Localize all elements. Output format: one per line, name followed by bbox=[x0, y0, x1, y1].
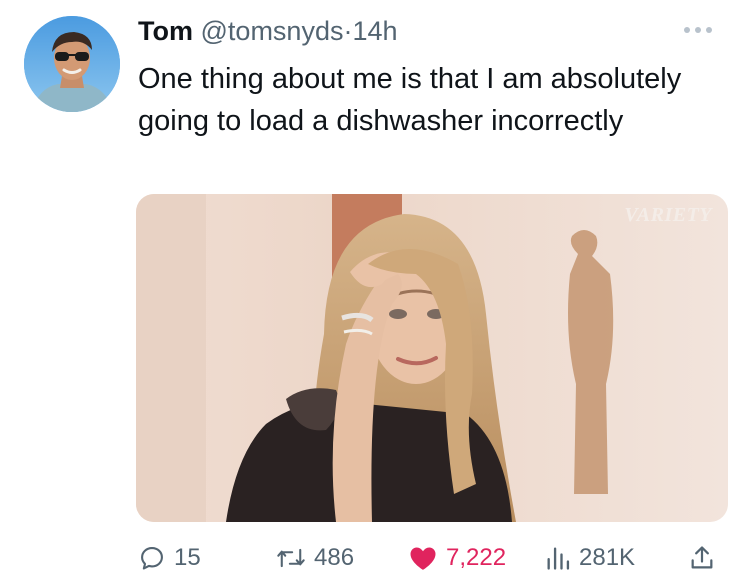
share-icon bbox=[691, 546, 713, 569]
tweet-media[interactable]: VARIETY bbox=[136, 194, 728, 522]
retweet-icon bbox=[277, 548, 305, 568]
reply-button[interactable]: 15 bbox=[138, 538, 201, 578]
author-handle[interactable]: @tomsnyds bbox=[201, 16, 344, 46]
reply-count: 15 bbox=[174, 544, 201, 571]
views-icon bbox=[547, 547, 570, 570]
views-count: 281K bbox=[579, 544, 636, 571]
media-watermark: VARIETY bbox=[624, 204, 712, 226]
like-icon bbox=[410, 547, 436, 570]
like-count: 7,222 bbox=[446, 544, 507, 571]
tweet-header: Tom @tomsnyds·14h bbox=[138, 14, 398, 48]
avatar-image bbox=[24, 16, 120, 112]
more-icon[interactable] bbox=[684, 18, 724, 42]
media-image bbox=[136, 194, 728, 522]
tweet-time[interactable]: 14h bbox=[352, 16, 397, 46]
retweet-button[interactable]: 486 bbox=[276, 538, 354, 578]
like-button[interactable]: 7,222 bbox=[408, 538, 506, 578]
reply-icon bbox=[141, 547, 163, 570]
share-button[interactable] bbox=[688, 538, 716, 578]
action-bar: 15 486 7,222 281K bbox=[0, 538, 750, 578]
tweet-text: One thing about me is that I am absolute… bbox=[138, 63, 682, 137]
avatar[interactable] bbox=[24, 16, 120, 112]
retweet-count: 486 bbox=[314, 544, 355, 571]
views-button[interactable]: 281K bbox=[545, 538, 635, 578]
author-name[interactable]: Tom bbox=[138, 16, 193, 46]
